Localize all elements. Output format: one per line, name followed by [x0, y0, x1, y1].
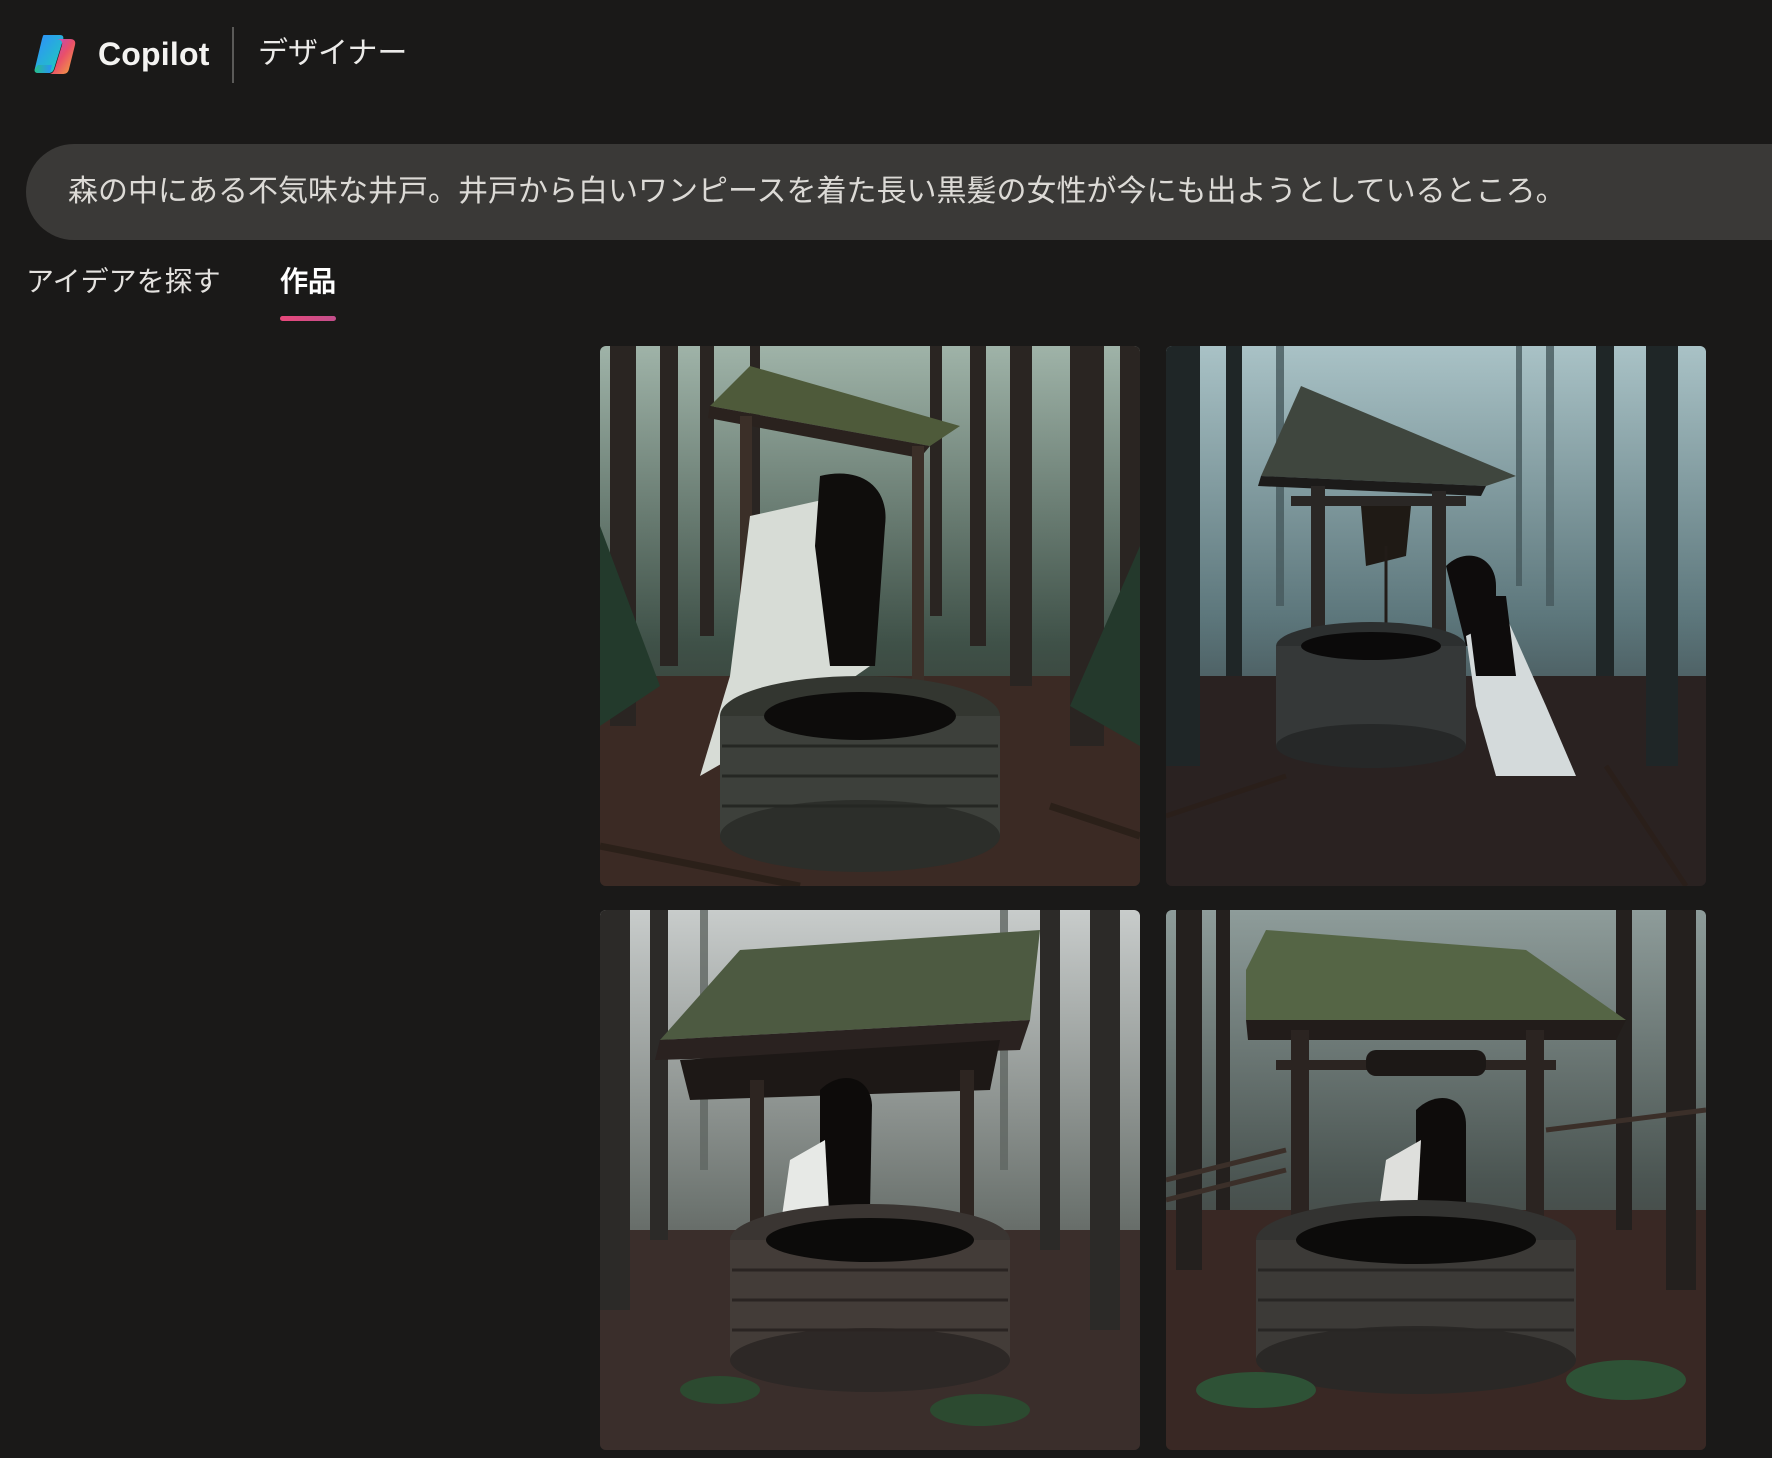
copilot-logo-icon[interactable]	[30, 29, 80, 79]
header-divider	[232, 27, 234, 83]
image-grid	[600, 346, 1706, 1450]
tab-bar: アイデアを探す 作品	[26, 260, 626, 328]
app-header: Copilot デザイナー	[0, 0, 1772, 112]
prompt-text: 森の中にある不気味な井戸。井戸から白いワンピースを着た長い黒髪の女性が今にも出よ…	[68, 174, 1566, 209]
generated-image-2[interactable]	[1166, 346, 1706, 886]
generated-image-4[interactable]	[1166, 910, 1706, 1450]
active-tab-indicator	[280, 316, 336, 321]
brand-name[interactable]: Copilot	[98, 30, 210, 78]
generated-image-3[interactable]	[600, 910, 1140, 1450]
tab-creations[interactable]: 作品	[280, 260, 336, 304]
tab-explore-ideas[interactable]: アイデアを探す	[26, 260, 221, 304]
generated-image-1[interactable]	[600, 346, 1140, 886]
prompt-input[interactable]: 森の中にある不気味な井戸。井戸から白いワンピースを着た長い黒髪の女性が今にも出よ…	[26, 144, 1772, 240]
product-name[interactable]: デザイナー	[258, 32, 407, 76]
